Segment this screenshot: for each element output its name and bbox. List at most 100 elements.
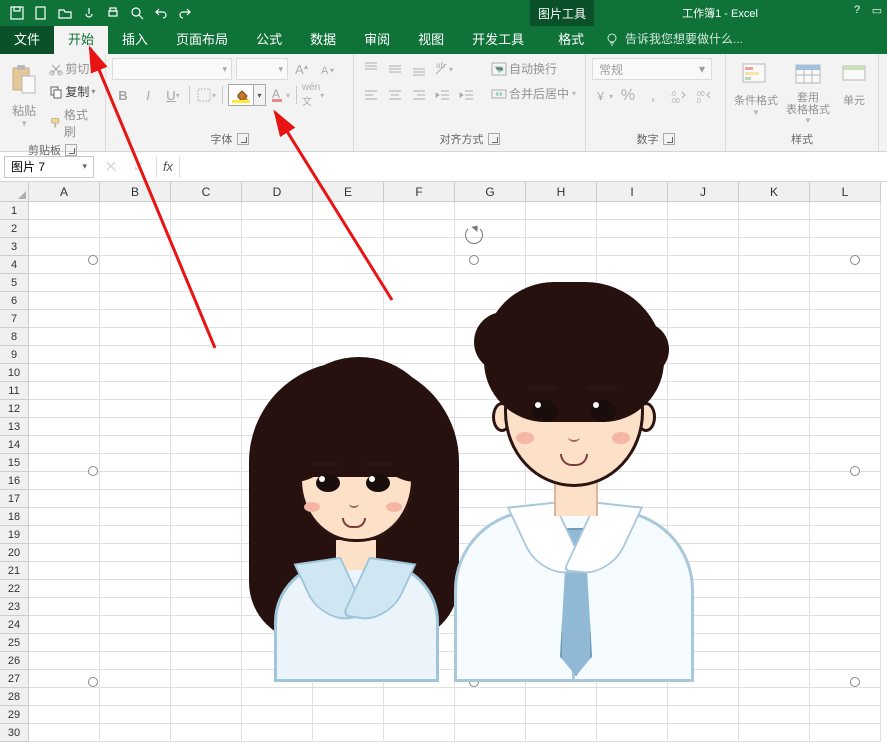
align-left-icon[interactable] xyxy=(360,84,382,106)
row-header[interactable]: 6 xyxy=(0,292,29,310)
select-all-triangle[interactable] xyxy=(0,182,29,202)
cell[interactable] xyxy=(171,724,242,742)
bold-button[interactable]: B xyxy=(112,84,134,106)
cell[interactable] xyxy=(29,724,100,742)
row-header[interactable]: 5 xyxy=(0,274,29,292)
resize-handle-ml[interactable] xyxy=(88,466,98,476)
cell[interactable] xyxy=(29,634,100,652)
row-header[interactable]: 9 xyxy=(0,346,29,364)
cell[interactable] xyxy=(29,490,100,508)
cell[interactable] xyxy=(597,706,668,724)
tab-review[interactable]: 审阅 xyxy=(350,26,404,54)
row-header[interactable]: 10 xyxy=(0,364,29,382)
cell[interactable] xyxy=(810,688,881,706)
cell[interactable] xyxy=(597,724,668,742)
cell[interactable] xyxy=(242,706,313,724)
resize-handle-mr[interactable] xyxy=(850,466,860,476)
cell[interactable] xyxy=(171,706,242,724)
cell[interactable] xyxy=(739,238,810,256)
column-header[interactable]: J xyxy=(668,182,739,202)
cell[interactable] xyxy=(29,364,100,382)
column-header[interactable]: A xyxy=(29,182,100,202)
cell[interactable] xyxy=(597,220,668,238)
decrease-font-icon[interactable]: A▾ xyxy=(318,58,340,80)
cell[interactable] xyxy=(810,238,881,256)
cell[interactable] xyxy=(739,688,810,706)
cell[interactable] xyxy=(526,220,597,238)
cell[interactable] xyxy=(810,220,881,238)
row-header[interactable]: 23 xyxy=(0,598,29,616)
row-header[interactable]: 3 xyxy=(0,238,29,256)
phonetic-button[interactable]: wén 文▾ xyxy=(302,84,324,106)
cell[interactable] xyxy=(29,292,100,310)
align-bottom-icon[interactable] xyxy=(408,58,430,80)
cell[interactable] xyxy=(29,400,100,418)
cell[interactable] xyxy=(100,688,171,706)
cell[interactable] xyxy=(313,220,384,238)
font-name-combo[interactable]: ▾ xyxy=(112,58,232,80)
cell[interactable] xyxy=(526,688,597,706)
accounting-format-icon[interactable]: ￥▾ xyxy=(592,85,614,107)
cell[interactable] xyxy=(29,436,100,454)
orientation-icon[interactable]: ab▾ xyxy=(432,58,454,80)
row-header[interactable]: 11 xyxy=(0,382,29,400)
clipboard-launcher[interactable] xyxy=(65,144,77,156)
save-icon[interactable] xyxy=(6,2,28,24)
cell[interactable] xyxy=(29,310,100,328)
increase-font-icon[interactable]: A▴ xyxy=(292,58,314,80)
tab-dev[interactable]: 开发工具 xyxy=(458,26,538,54)
cell[interactable] xyxy=(810,202,881,220)
decrease-decimal-icon[interactable]: .00.0 xyxy=(692,85,714,107)
cell[interactable] xyxy=(668,706,739,724)
column-header[interactable]: C xyxy=(171,182,242,202)
align-middle-icon[interactable] xyxy=(384,58,406,80)
cell[interactable] xyxy=(668,238,739,256)
cell[interactable] xyxy=(526,706,597,724)
tab-home[interactable]: 开始 xyxy=(54,26,108,54)
number-format-combo[interactable]: 常规▾ xyxy=(592,58,712,80)
column-header[interactable]: G xyxy=(455,182,526,202)
column-header[interactable]: F xyxy=(384,182,455,202)
cell[interactable] xyxy=(29,706,100,724)
cell[interactable] xyxy=(29,274,100,292)
cell[interactable] xyxy=(384,238,455,256)
row-header[interactable]: 30 xyxy=(0,724,29,742)
tab-data[interactable]: 数据 xyxy=(296,26,350,54)
tab-insert[interactable]: 插入 xyxy=(108,26,162,54)
cell[interactable] xyxy=(242,688,313,706)
preview-icon[interactable] xyxy=(126,2,148,24)
cell[interactable] xyxy=(739,220,810,238)
cell[interactable] xyxy=(810,724,881,742)
formula-input[interactable] xyxy=(186,156,883,178)
touch-icon[interactable] xyxy=(78,2,100,24)
cell[interactable] xyxy=(526,724,597,742)
cell[interactable] xyxy=(171,202,242,220)
cell[interactable] xyxy=(29,346,100,364)
row-header[interactable]: 28 xyxy=(0,688,29,706)
print-icon[interactable] xyxy=(102,2,124,24)
cell[interactable] xyxy=(29,328,100,346)
new-icon[interactable] xyxy=(30,2,52,24)
percent-icon[interactable]: % xyxy=(617,85,639,107)
align-center-icon[interactable] xyxy=(384,84,406,106)
tab-view[interactable]: 视图 xyxy=(404,26,458,54)
cell[interactable] xyxy=(29,616,100,634)
row-header[interactable]: 17 xyxy=(0,490,29,508)
cell[interactable] xyxy=(313,202,384,220)
tab-file[interactable]: 文件 xyxy=(0,26,54,54)
italic-button[interactable]: I xyxy=(137,84,159,106)
tell-me-search[interactable]: 告诉我您想要做什么... xyxy=(605,30,743,47)
format-painter-button[interactable]: 格式刷 xyxy=(46,104,99,142)
row-header[interactable]: 1 xyxy=(0,202,29,220)
column-header[interactable]: I xyxy=(597,182,668,202)
cell[interactable] xyxy=(384,688,455,706)
cell[interactable] xyxy=(171,688,242,706)
row-header[interactable]: 24 xyxy=(0,616,29,634)
fill-color-button[interactable]: ▾ xyxy=(228,84,266,106)
paste-button[interactable]: 粘贴 ▼ xyxy=(6,58,42,128)
cell[interactable] xyxy=(455,688,526,706)
cell[interactable] xyxy=(668,220,739,238)
row-header[interactable]: 18 xyxy=(0,508,29,526)
format-as-table-button[interactable]: 套用 表格格式▼ xyxy=(784,58,832,125)
cell[interactable] xyxy=(668,724,739,742)
